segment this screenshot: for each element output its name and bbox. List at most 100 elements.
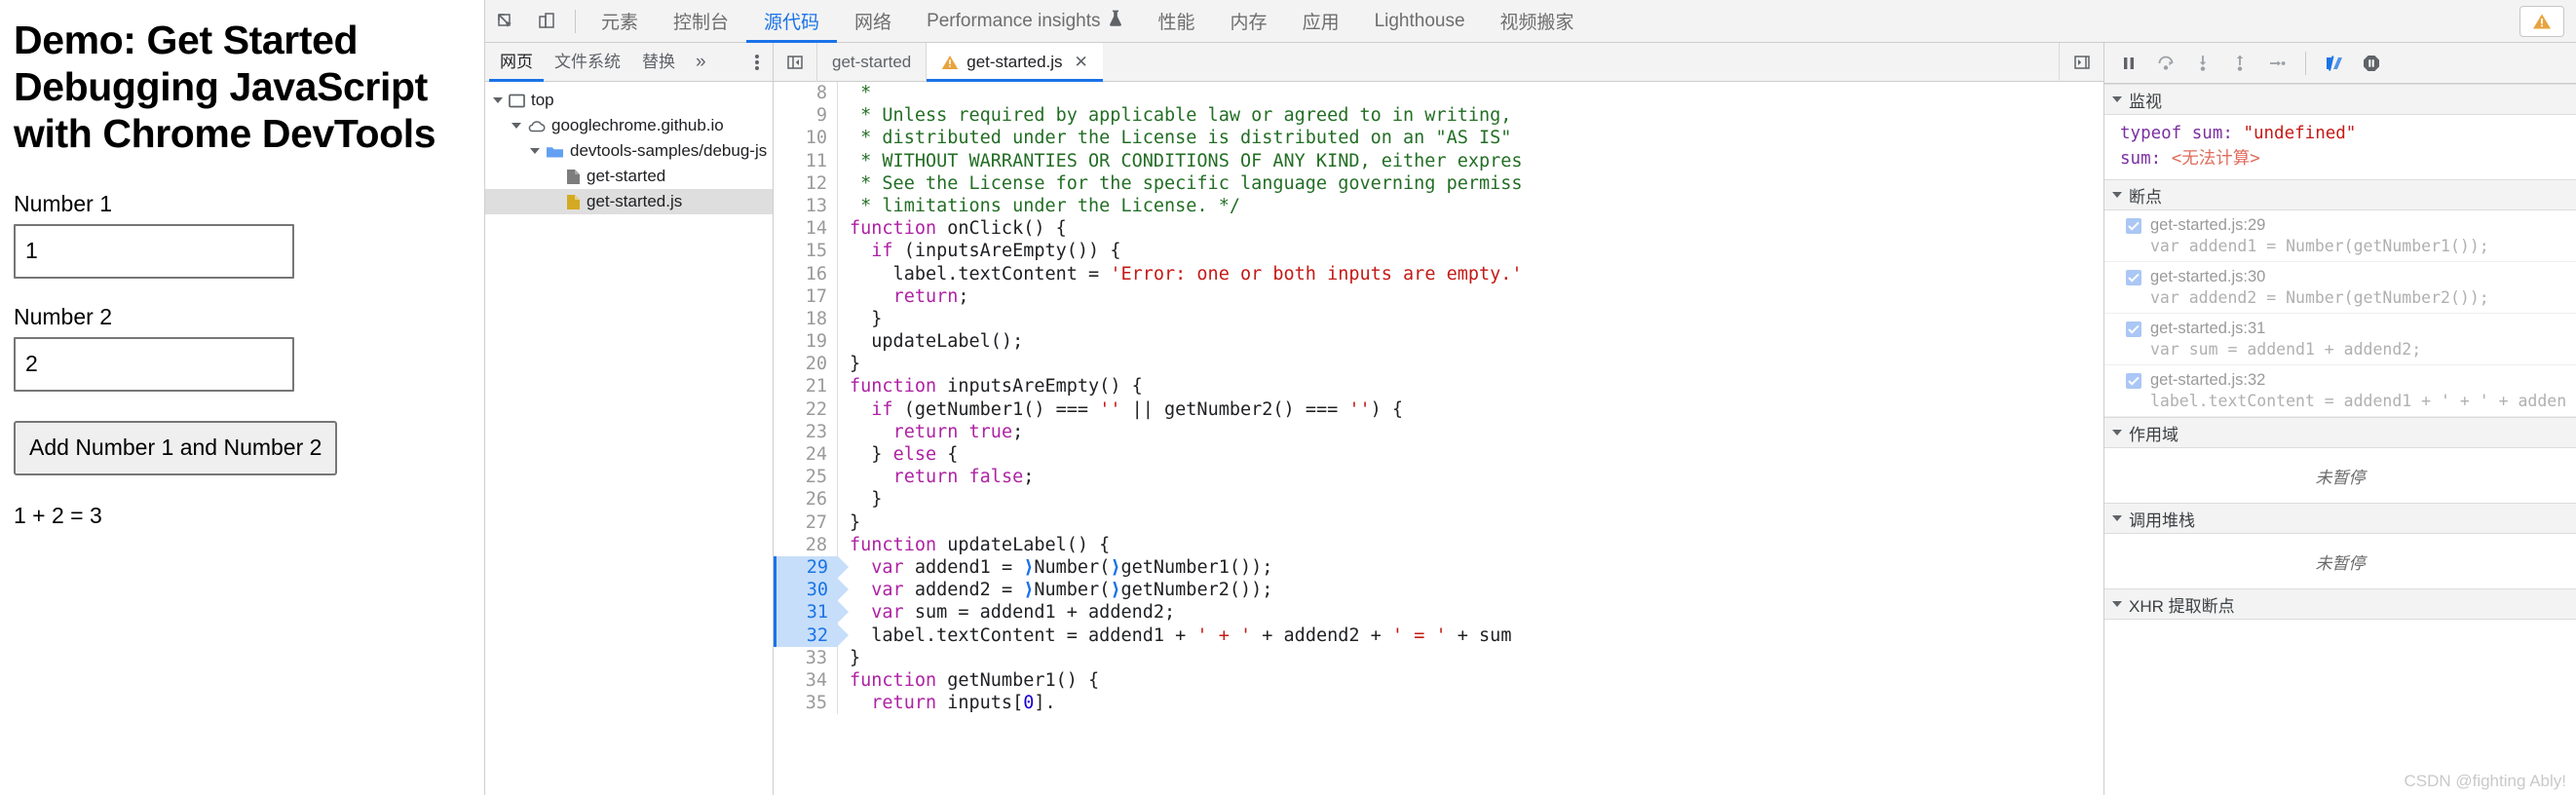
breakpoint-item-1[interactable]: get-started.js:30 var addend2 = Number(ge… xyxy=(2104,262,2576,314)
editor-tab-0[interactable]: get-started xyxy=(816,42,926,82)
warning-badge[interactable] xyxy=(2519,5,2564,37)
tree-item-1[interactable]: googlechrome.github.io xyxy=(485,113,773,138)
tree-item-4[interactable]: get-started.js xyxy=(485,189,773,214)
code-line[interactable]: 34 function getNumber1() { xyxy=(774,668,2103,693)
code-line[interactable]: 14 function onClick() { xyxy=(774,217,2103,241)
breakpoint-item-3[interactable]: get-started.js:32 label.textContent = add… xyxy=(2104,365,2576,417)
step-into-icon[interactable] xyxy=(2186,43,2219,84)
code-line[interactable]: 25 return false; xyxy=(774,466,2103,489)
code-line[interactable]: 26 } xyxy=(774,488,2103,511)
line-number[interactable]: 33 xyxy=(774,646,838,669)
code-line[interactable]: 9 * Unless required by applicable law or… xyxy=(774,104,2103,128)
breakpoint-checkbox[interactable] xyxy=(2126,372,2141,389)
devtools-tab-3[interactable]: 网络 xyxy=(837,0,909,43)
code-line-with-breakpoint[interactable]: 29 var addend1 = ⟩Number(⟩getNumber1()); xyxy=(774,555,2103,580)
line-number[interactable]: 10 xyxy=(774,127,838,150)
line-number[interactable]: 29 xyxy=(774,555,849,580)
code-line[interactable]: 13 * limitations under the License. */ xyxy=(774,194,2103,218)
navigator-tab-2[interactable]: 替换 xyxy=(631,43,686,82)
step-over-icon[interactable] xyxy=(2149,43,2182,84)
chevron-down-icon[interactable] xyxy=(493,97,503,103)
code-line[interactable]: 20} xyxy=(774,353,2103,376)
device-toolbar-icon[interactable] xyxy=(526,0,567,43)
code-line[interactable]: 17 return; xyxy=(774,284,2103,308)
code-line[interactable]: 8 * xyxy=(774,82,2103,105)
line-number[interactable]: 25 xyxy=(774,466,838,489)
devtools-tab-2[interactable]: 源代码 xyxy=(746,0,837,43)
watch-section-header[interactable]: 监视 xyxy=(2104,84,2576,115)
code-line[interactable]: 27} xyxy=(774,511,2103,534)
line-number[interactable]: 9 xyxy=(774,104,838,128)
number2-input[interactable] xyxy=(14,336,294,392)
code-line[interactable]: 18 } xyxy=(774,307,2103,331)
deactivate-breakpoints-icon[interactable] xyxy=(2318,43,2351,84)
code-line[interactable]: 12 * See the License for the specific la… xyxy=(774,171,2103,195)
breakpoint-checkbox[interactable] xyxy=(2126,217,2141,234)
line-number[interactable]: 26 xyxy=(774,488,838,511)
close-icon[interactable]: ✕ xyxy=(1075,53,1088,72)
line-number[interactable]: 24 xyxy=(774,443,838,467)
watch-item-0[interactable]: typeof sum: "undefined" xyxy=(2120,121,2576,146)
line-number[interactable]: 13 xyxy=(774,194,838,218)
code-line[interactable]: 15 if (inputsAreEmpty()) { xyxy=(774,240,2103,263)
breakpoint-item-2[interactable]: get-started.js:31 var sum = addend1 + add… xyxy=(2104,314,2576,365)
code-line[interactable]: 28 function updateLabel() { xyxy=(774,533,2103,556)
navigator-tab-0[interactable]: 网页 xyxy=(489,43,544,82)
line-number[interactable]: 34 xyxy=(774,668,838,693)
chevron-down-icon[interactable] xyxy=(530,148,540,154)
devtools-tab-1[interactable]: 控制台 xyxy=(656,0,746,43)
line-number[interactable]: 32 xyxy=(774,624,849,647)
tree-item-2[interactable]: devtools-samples/debug-js xyxy=(485,138,773,164)
resume-script-icon[interactable] xyxy=(2112,43,2145,84)
code-line[interactable]: 22 if (getNumber1() === '' || getNumber2… xyxy=(774,398,2103,421)
code-line[interactable]: 19 updateLabel(); xyxy=(774,330,2103,354)
devtools-tab-8[interactable]: Lighthouse xyxy=(1357,0,1483,43)
line-number[interactable]: 28 xyxy=(774,533,838,556)
breakpoints-section-header[interactable]: 断点 xyxy=(2104,179,2576,210)
step-out-icon[interactable] xyxy=(2223,43,2256,84)
devtools-tab-6[interactable]: 内存 xyxy=(1213,0,1285,43)
line-number[interactable]: 19 xyxy=(774,330,838,354)
code-line[interactable]: 21 function inputsAreEmpty() { xyxy=(774,375,2103,398)
line-number[interactable]: 16 xyxy=(774,262,838,285)
code-line[interactable]: 23 return true; xyxy=(774,420,2103,443)
watch-item-1[interactable]: sum: <无法计算> xyxy=(2120,146,2576,171)
line-number[interactable]: 35 xyxy=(774,692,838,715)
call-stack-section-header[interactable]: 调用堆栈 xyxy=(2104,503,2576,534)
code-line[interactable]: 35 return inputs[0]. xyxy=(774,692,2103,715)
line-number[interactable]: 8 xyxy=(774,82,838,105)
show-debugger-icon[interactable] xyxy=(2059,42,2103,82)
navigator-tab-1[interactable]: 文件系统 xyxy=(544,43,631,82)
add-numbers-button[interactable]: Add Number 1 and Number 2 xyxy=(14,420,338,475)
code-line[interactable]: 33} xyxy=(774,646,2103,669)
line-number[interactable]: 21 xyxy=(774,375,838,398)
code-line[interactable]: 11 * WITHOUT WARRANTIES OR CONDITIONS OF… xyxy=(774,149,2103,172)
code-line-with-breakpoint[interactable]: 30 var addend2 = ⟩Number(⟩getNumber2()); xyxy=(774,579,2103,602)
devtools-tab-7[interactable]: 应用 xyxy=(1285,0,1357,43)
xhr-breakpoints-section-header[interactable]: XHR 提取断点 xyxy=(2104,588,2576,620)
code-editor[interactable]: 8 * 9 * Unless required by applicable la… xyxy=(774,82,2103,795)
scope-section-header[interactable]: 作用域 xyxy=(2104,417,2576,448)
devtools-tab-9[interactable]: 视频搬家 xyxy=(1483,0,1592,43)
navigator-more-tabs-button[interactable]: » xyxy=(686,52,716,73)
tree-item-0[interactable]: top xyxy=(485,88,773,113)
breakpoint-checkbox[interactable] xyxy=(2126,269,2141,285)
show-navigator-icon[interactable] xyxy=(774,43,816,82)
chevron-down-icon[interactable] xyxy=(511,123,521,129)
line-number[interactable]: 22 xyxy=(774,398,838,421)
code-line[interactable]: 24 } else { xyxy=(774,443,2103,467)
breakpoint-checkbox[interactable] xyxy=(2126,321,2141,337)
tree-item-3[interactable]: get-started xyxy=(485,164,773,189)
number1-input[interactable] xyxy=(14,223,294,279)
inspect-element-icon[interactable] xyxy=(485,0,526,43)
line-number[interactable]: 27 xyxy=(774,511,838,534)
line-number[interactable]: 20 xyxy=(774,353,838,376)
line-number[interactable]: 14 xyxy=(774,217,838,241)
line-number[interactable]: 18 xyxy=(774,307,838,331)
devtools-tab-5[interactable]: 性能 xyxy=(1141,0,1213,43)
line-number[interactable]: 15 xyxy=(774,240,838,263)
navigator-menu-icon[interactable] xyxy=(747,53,773,72)
code-line-with-breakpoint[interactable]: 32 label.textContent = addend1 + ' + ' +… xyxy=(774,624,2103,647)
breakpoint-item-0[interactable]: get-started.js:29 var addend1 = Number(ge… xyxy=(2104,210,2576,262)
code-line[interactable]: 16 label.textContent = 'Error: one or bo… xyxy=(774,262,2103,285)
